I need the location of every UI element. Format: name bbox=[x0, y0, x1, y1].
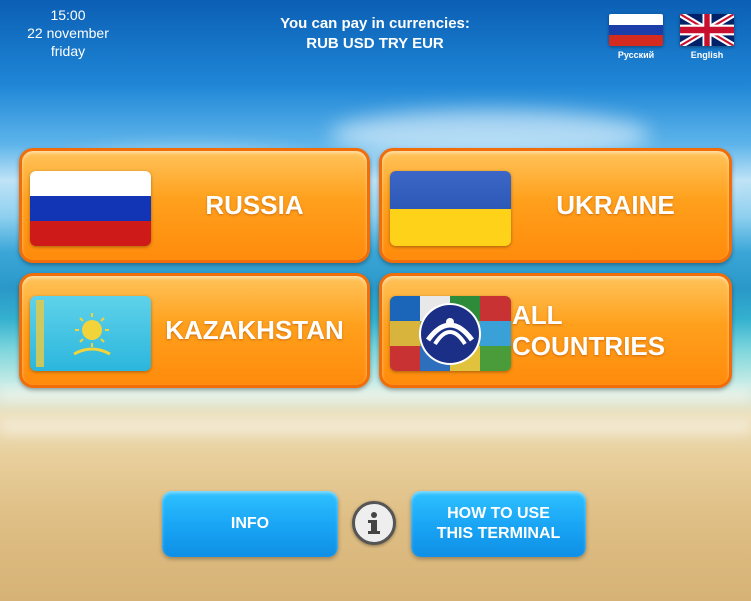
language-label: Русский bbox=[617, 50, 655, 60]
background-wave bbox=[0, 390, 751, 400]
how-to-use-line2: THIS TERMINAL bbox=[436, 525, 561, 542]
clock-weekday: friday bbox=[50, 43, 86, 59]
info-button-label: INFO bbox=[230, 515, 270, 532]
russia-flag-icon bbox=[30, 171, 151, 246]
country-kazakhstan-button[interactable]: KAZAKHSTAN bbox=[19, 273, 370, 388]
background-wave bbox=[0, 420, 751, 434]
uk-flag-icon bbox=[680, 14, 734, 46]
country-label: RUSSIA bbox=[205, 190, 304, 220]
clock-time: 15:00 bbox=[50, 7, 86, 23]
clock-date: 22 november bbox=[27, 25, 109, 41]
country-label: ALL COUNTRIES bbox=[512, 299, 666, 361]
country-russia-button[interactable]: RUSSIA bbox=[19, 148, 370, 263]
currency-notice: You can pay in currencies: RUB USD TRY E… bbox=[230, 14, 520, 54]
currency-list: RUB USD TRY EUR bbox=[306, 35, 444, 52]
ukraine-flag-icon bbox=[390, 171, 511, 246]
country-label: KAZAKHSTAN bbox=[165, 315, 344, 345]
how-to-use-button[interactable]: HOW TO USE THIS TERMINAL bbox=[411, 491, 586, 557]
russia-flag-icon bbox=[609, 14, 663, 46]
language-label: English bbox=[690, 50, 724, 60]
language-russian-button[interactable]: Русский bbox=[606, 14, 666, 60]
country-all-countries-button[interactable]: ALL COUNTRIES bbox=[379, 273, 732, 388]
clock: 15:00 22 november friday bbox=[18, 6, 118, 60]
how-to-use-line1: HOW TO USE bbox=[447, 505, 550, 522]
country-label: UKRAINE bbox=[556, 190, 675, 220]
kazakhstan-flag-icon bbox=[30, 296, 151, 371]
cis-flag-icon bbox=[390, 296, 511, 371]
country-ukraine-button[interactable]: UKRAINE bbox=[379, 148, 732, 263]
language-english-button[interactable]: English bbox=[677, 14, 737, 60]
currency-notice-title: You can pay in currencies: bbox=[280, 15, 470, 32]
info-icon[interactable] bbox=[352, 501, 396, 545]
info-button[interactable]: INFO bbox=[162, 491, 338, 557]
